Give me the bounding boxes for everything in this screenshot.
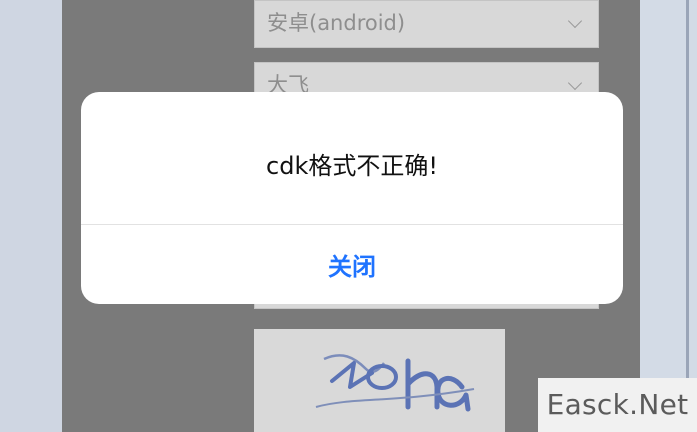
close-button[interactable]: 关闭 xyxy=(81,225,623,304)
chevron-down-icon xyxy=(567,75,583,91)
error-dialog: cdk格式不正确! 关闭 xyxy=(81,92,623,304)
platform-select[interactable]: 安卓(android) xyxy=(254,0,599,48)
watermark: Easck.Net xyxy=(538,378,697,432)
page: 安卓(android) 大飞 zoha Easck.Net cdk格式不正确! … xyxy=(0,0,697,432)
dialog-message: cdk格式不正确! xyxy=(266,152,438,180)
right-edge-line xyxy=(686,0,689,432)
captcha-graphic: zoha xyxy=(254,329,505,432)
platform-select-value: 安卓(android) xyxy=(267,11,406,35)
chevron-down-icon xyxy=(567,13,583,29)
captcha-image[interactable]: zoha xyxy=(254,329,505,432)
